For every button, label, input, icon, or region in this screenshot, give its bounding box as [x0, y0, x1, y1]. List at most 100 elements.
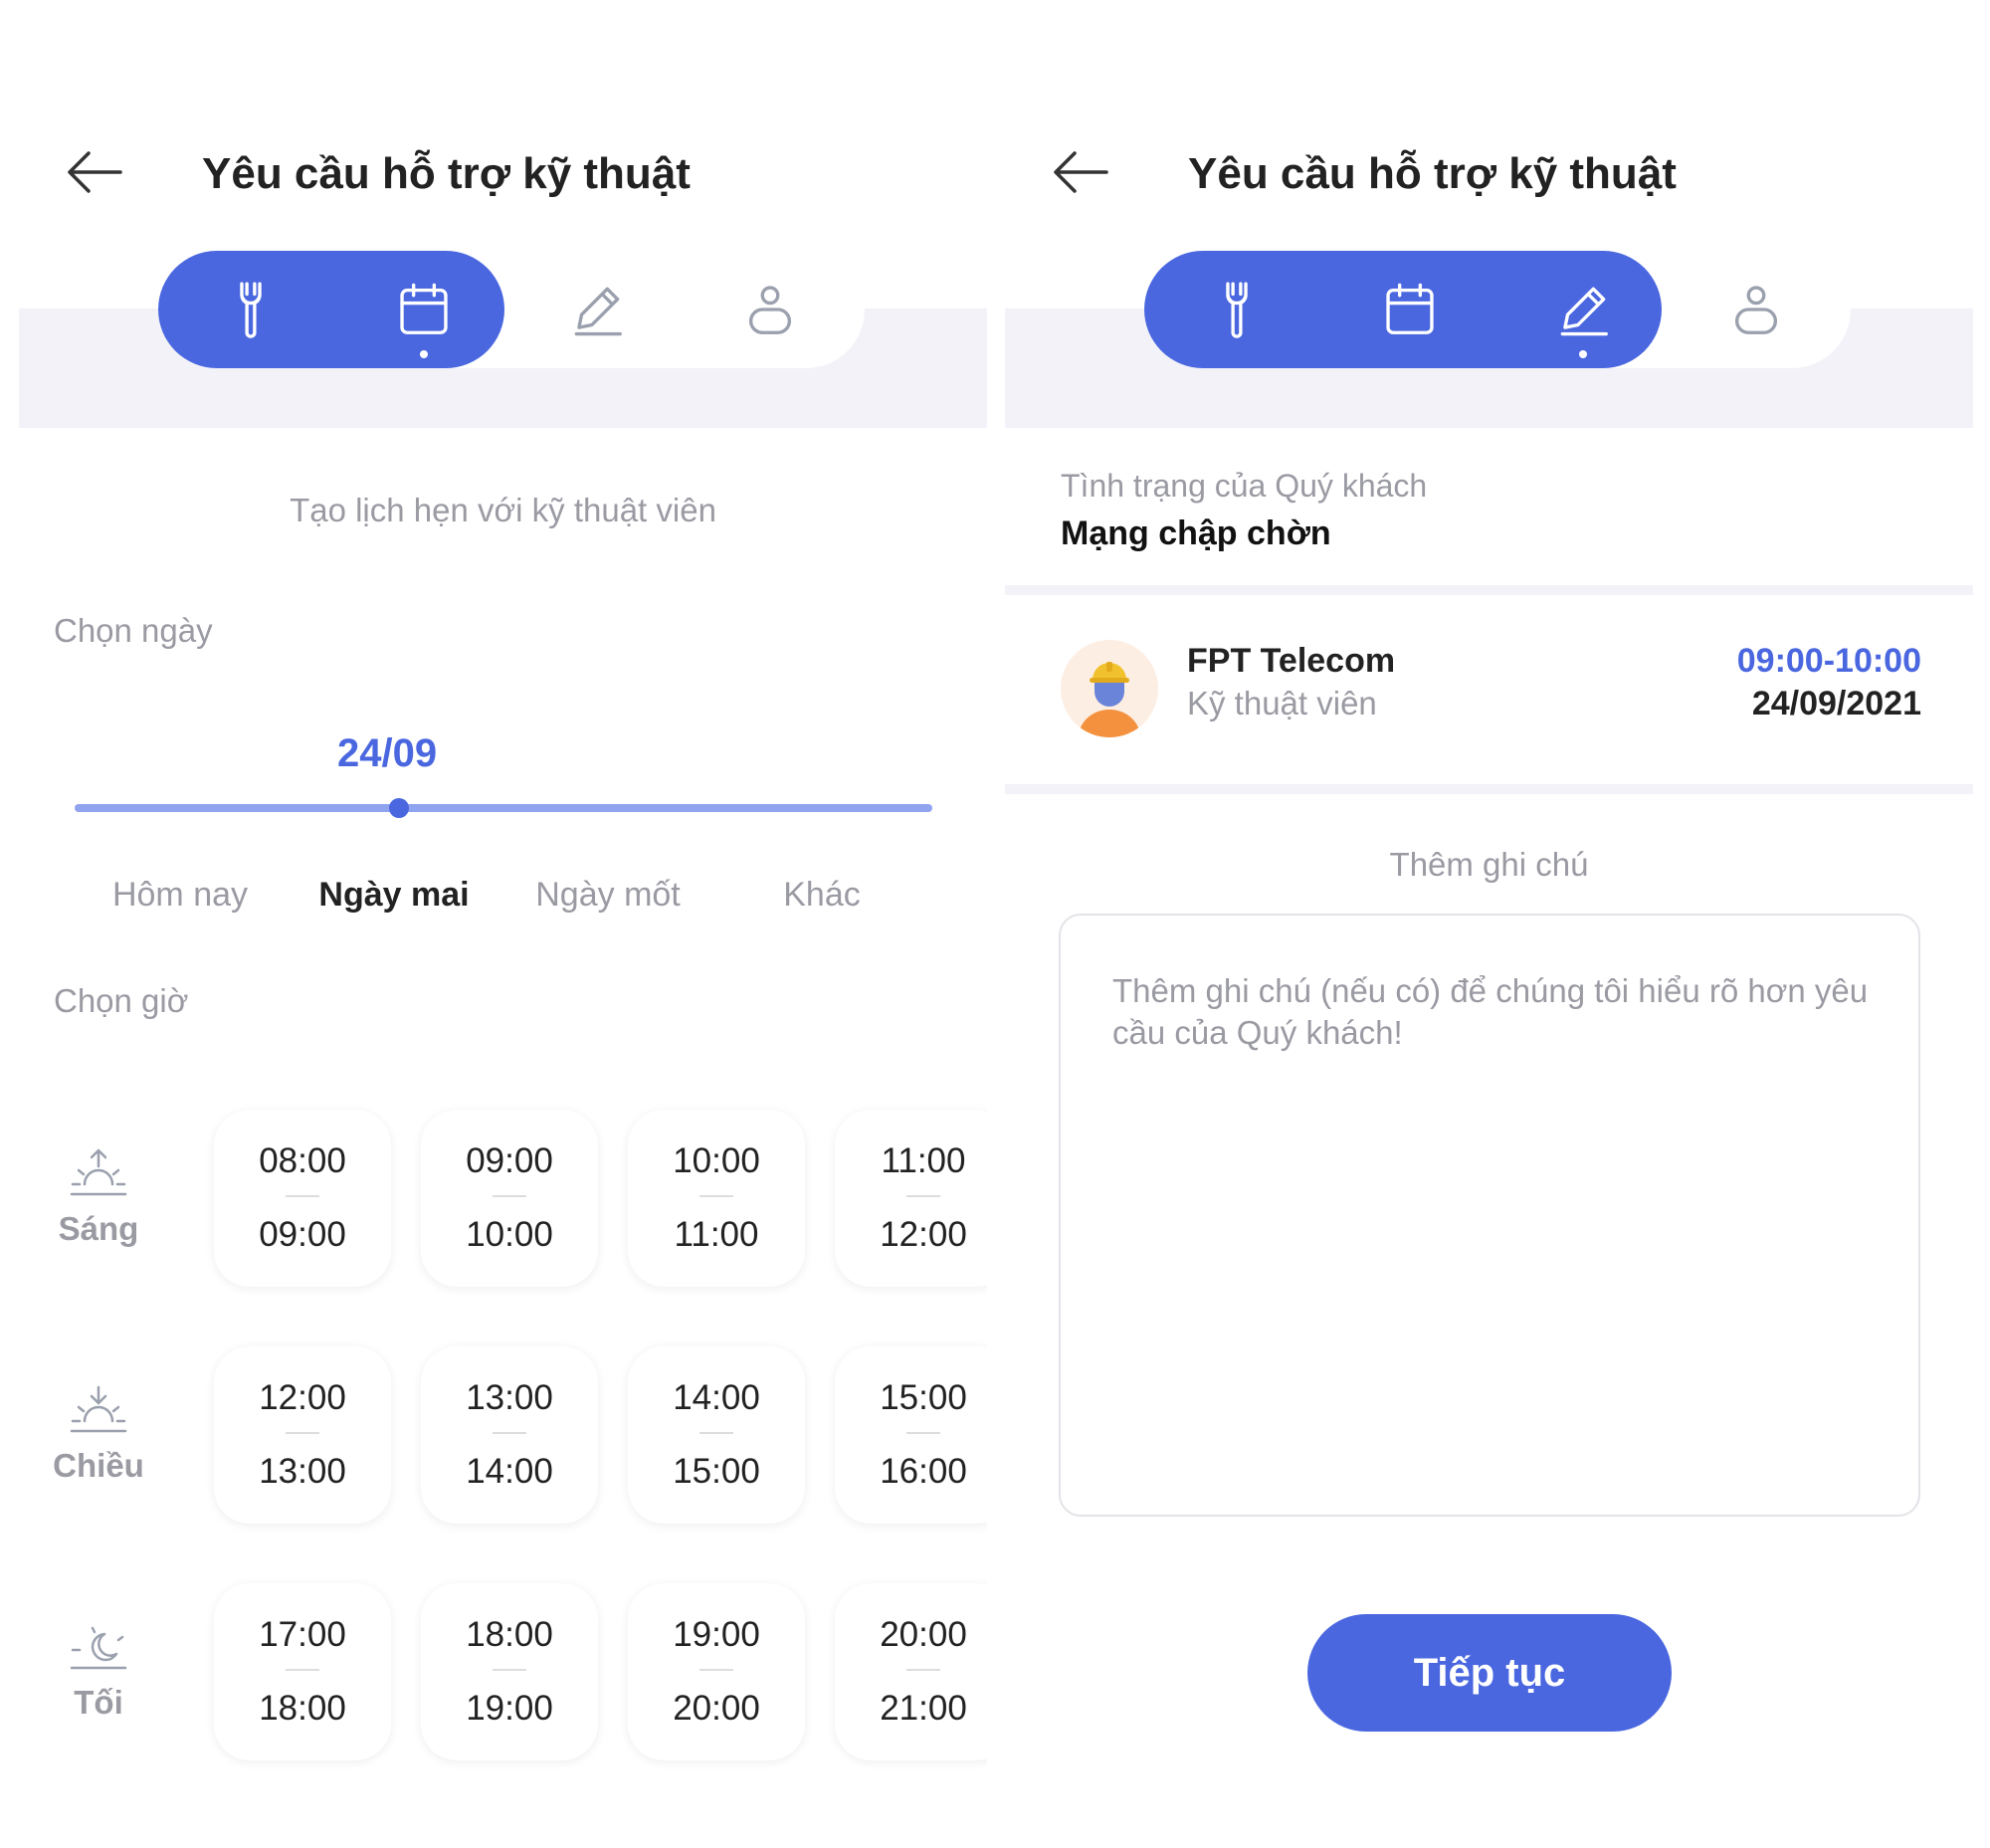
slot-separator: [493, 1432, 526, 1434]
slot-end: 16:00: [880, 1452, 967, 1491]
provider-role: Kỹ thuật viên: [1187, 685, 1377, 721]
current-step-indicator: [1579, 350, 1587, 358]
slot-separator: [286, 1195, 319, 1197]
time-slot[interactable]: 14:00 15:00: [628, 1346, 805, 1524]
slot-start: 13:00: [466, 1378, 553, 1417]
time-slot[interactable]: 11:00 12:00: [835, 1110, 987, 1287]
continue-button[interactable]: Tiếp tục: [1307, 1614, 1672, 1732]
user-icon: [748, 286, 792, 334]
time-slot[interactable]: 20:00 21:00: [835, 1583, 987, 1760]
slot-end: 14:00: [466, 1452, 553, 1491]
pencil-icon: [574, 287, 622, 336]
slot-start: 15:00: [880, 1378, 967, 1417]
slot-end: 15:00: [673, 1452, 760, 1491]
day-option-today[interactable]: Hôm nay: [86, 876, 275, 915]
period-evening: Tối: [29, 1620, 168, 1722]
day-option-day-after[interactable]: Ngày mốt: [513, 876, 702, 915]
divider: [1005, 784, 1973, 794]
period-label: Tối: [74, 1684, 123, 1721]
step-schedule[interactable]: [365, 251, 483, 368]
page-title: Yêu cầu hỗ trợ kỹ thuật: [1188, 149, 1677, 198]
slot-separator: [286, 1432, 319, 1434]
slot-start: 19:00: [673, 1615, 760, 1654]
step-contact[interactable]: [1697, 251, 1815, 368]
slot-start: 11:00: [881, 1141, 966, 1180]
slot-start: 14:00: [673, 1378, 760, 1417]
slot-end: 21:00: [880, 1689, 967, 1728]
step-schedule[interactable]: [1351, 251, 1469, 368]
appointment-date: 24/09/2021: [1751, 685, 1921, 722]
period-morning: Sáng: [29, 1146, 168, 1248]
time-slot[interactable]: 13:00 14:00: [421, 1346, 598, 1524]
slot-end: 18:00: [259, 1689, 346, 1728]
status-value: Mạng chập chờn: [1061, 514, 1331, 552]
back-button[interactable]: [63, 140, 126, 204]
wrench-icon: [240, 282, 262, 338]
slot-end: 09:00: [259, 1215, 346, 1254]
day-option-tomorrow[interactable]: Ngày mai: [299, 876, 489, 915]
slot-start: 17:00: [259, 1615, 346, 1654]
slot-start: 18:00: [466, 1615, 553, 1654]
wrench-icon: [1226, 282, 1248, 338]
time-slot[interactable]: 10:00 11:00: [628, 1110, 805, 1287]
slot-separator: [286, 1669, 319, 1671]
slot-separator: [699, 1195, 733, 1197]
time-slot[interactable]: 19:00 20:00: [628, 1583, 805, 1760]
step-service[interactable]: [192, 251, 309, 368]
step-service[interactable]: [1178, 251, 1295, 368]
note-placeholder[interactable]: Thêm ghi chú (nếu có) để chúng tôi hiểu …: [1112, 970, 1889, 1054]
slot-separator: [493, 1669, 526, 1671]
slot-separator: [906, 1669, 940, 1671]
date-slider-track[interactable]: [75, 804, 932, 812]
date-section-label: Chọn ngày: [54, 612, 213, 649]
slot-start: 10:00: [673, 1141, 760, 1180]
app-header: Yêu cầu hỗ trợ kỹ thuật: [1005, 134, 1973, 214]
time-slot[interactable]: 17:00 18:00: [214, 1583, 391, 1760]
provider-name: FPT Telecom: [1187, 642, 1396, 680]
calendar-icon: [1386, 283, 1434, 334]
appointment-time: 09:00-10:00: [1736, 642, 1921, 680]
technician-avatar-icon: [1061, 640, 1158, 737]
day-option-other[interactable]: Khác: [727, 876, 916, 915]
time-slot[interactable]: 09:00 10:00: [421, 1110, 598, 1287]
slot-end: 11:00: [674, 1215, 759, 1254]
period-label: Chiều: [53, 1447, 144, 1484]
sunset-icon: [70, 1385, 127, 1433]
schedule-screen: Yêu cầu hỗ trợ kỹ thuật Tạo lịch hẹn với…: [19, 0, 987, 1848]
time-slot[interactable]: 18:00 19:00: [421, 1583, 598, 1760]
divider: [1005, 585, 1973, 595]
time-slot[interactable]: 15:00 16:00: [835, 1346, 987, 1524]
slot-separator: [493, 1195, 526, 1197]
period-label: Sáng: [58, 1210, 139, 1247]
calendar-icon: [400, 283, 448, 334]
step-note[interactable]: [1524, 251, 1642, 368]
slot-start: 20:00: [880, 1615, 967, 1654]
slot-end: 13:00: [259, 1452, 346, 1491]
slot-separator: [699, 1669, 733, 1671]
time-section-label: Chọn giờ: [54, 982, 189, 1019]
step-contact[interactable]: [711, 251, 829, 368]
period-afternoon: Chiều: [29, 1383, 168, 1485]
slot-start: 12:00: [259, 1378, 346, 1417]
user-icon: [1734, 286, 1778, 334]
sunrise-icon: [70, 1148, 127, 1196]
slot-end: 20:00: [673, 1689, 760, 1728]
slot-start: 09:00: [466, 1141, 553, 1180]
slot-separator: [699, 1432, 733, 1434]
step-note[interactable]: [538, 251, 656, 368]
date-slider-thumb[interactable]: [389, 798, 409, 818]
moon-icon: [70, 1626, 127, 1670]
note-screen: Yêu cầu hỗ trợ kỹ thuật Tình trạng của Q…: [1005, 0, 1973, 1848]
page-title: Yêu cầu hỗ trợ kỹ thuật: [202, 149, 691, 198]
slot-separator: [906, 1432, 940, 1434]
note-title: Thêm ghi chú: [1389, 846, 1589, 883]
arrow-left-icon: [1054, 151, 1108, 193]
back-button[interactable]: [1049, 140, 1112, 204]
selected-date-value: 24/09: [337, 731, 438, 775]
arrow-left-icon: [68, 151, 122, 193]
slot-end: 12:00: [880, 1215, 967, 1254]
slot-separator: [906, 1195, 940, 1197]
time-slot[interactable]: 12:00 13:00: [214, 1346, 391, 1524]
pencil-icon: [1560, 287, 1608, 336]
time-slot[interactable]: 08:00 09:00: [214, 1110, 391, 1287]
